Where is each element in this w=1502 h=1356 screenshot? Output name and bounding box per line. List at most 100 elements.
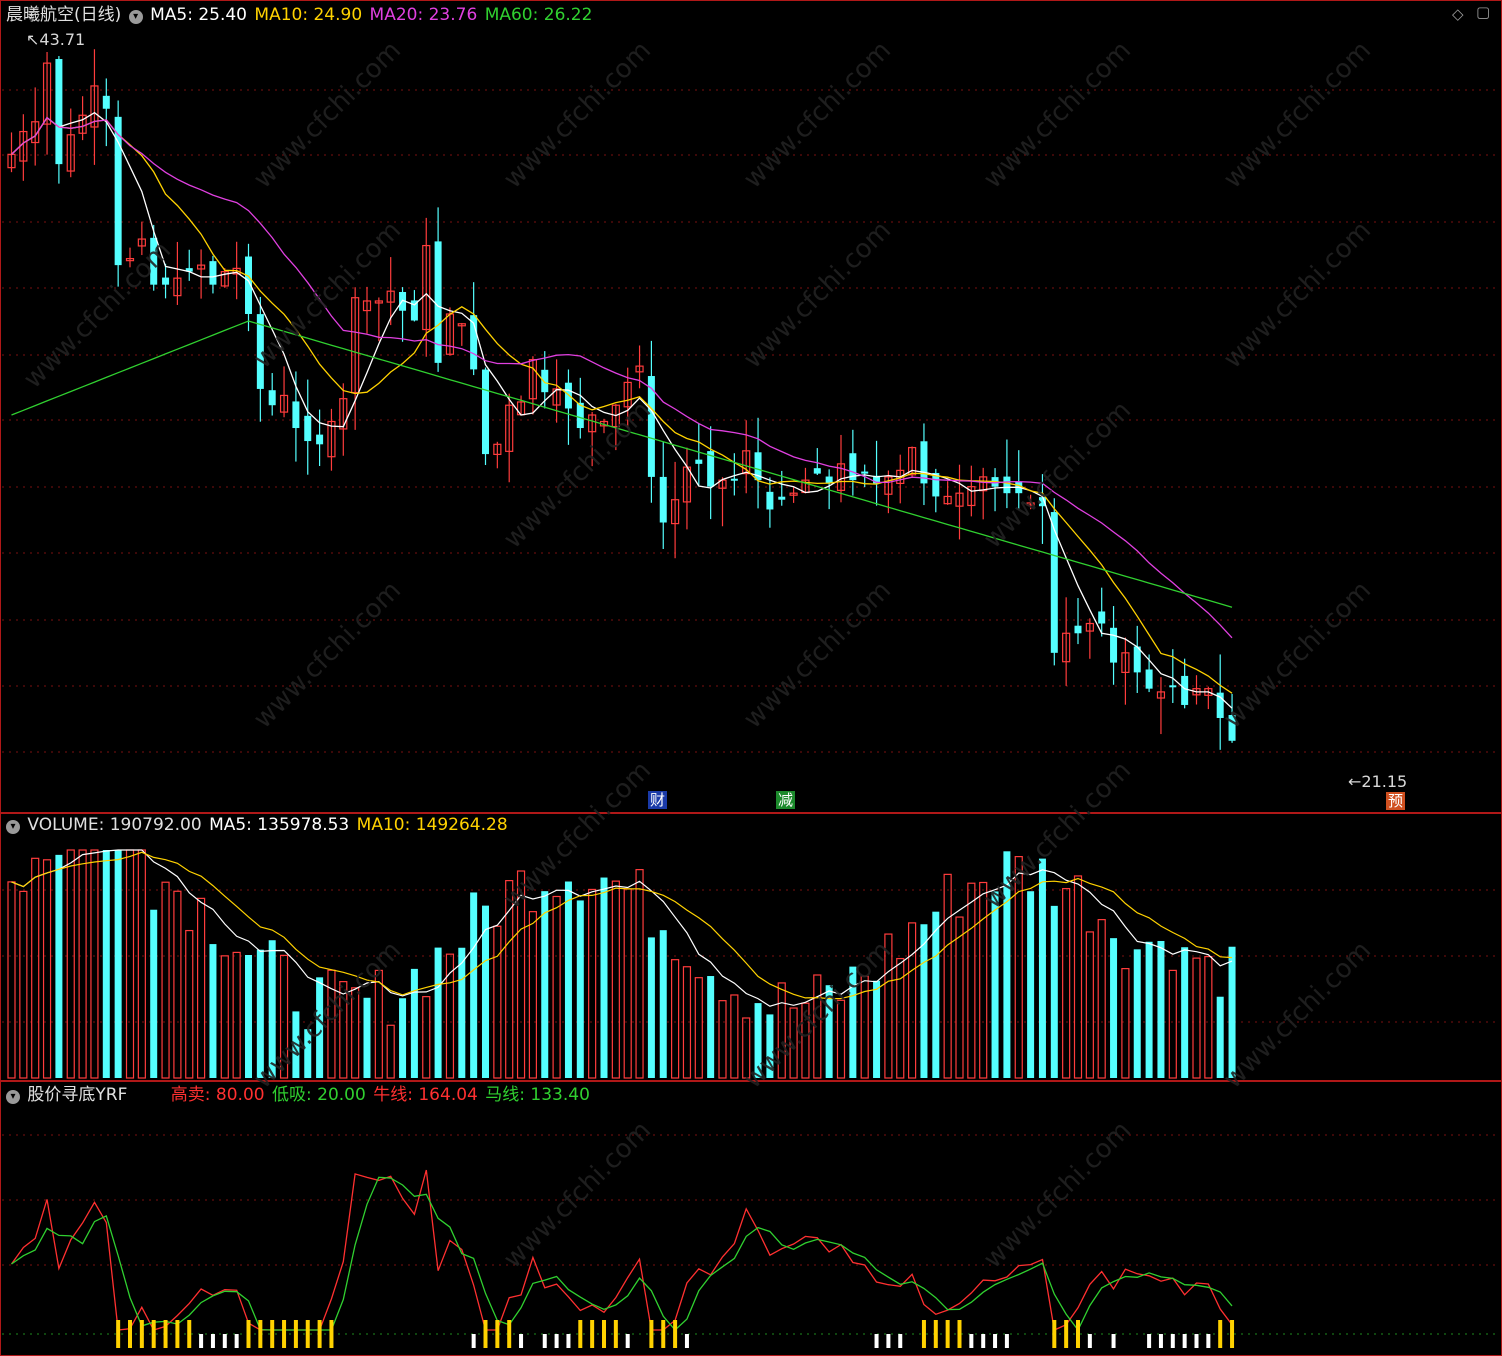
volume-bar-up — [386, 1024, 395, 1079]
signal-marker — [128, 1320, 132, 1348]
volume-bar-up — [232, 951, 241, 1079]
collapse-toggle-icon[interactable]: ▾ — [6, 1090, 20, 1104]
collapse-toggle-icon[interactable]: ▾ — [6, 820, 20, 834]
volume-bar-down — [659, 930, 667, 1078]
candle-down — [1050, 512, 1058, 653]
volume-bar-down — [399, 998, 407, 1078]
signal-marker — [1206, 1334, 1211, 1348]
signal-marker — [507, 1320, 512, 1348]
signal-marker — [471, 1334, 476, 1348]
signal-marker — [293, 1320, 298, 1348]
ma60-label: MA60: 26.22 — [484, 5, 593, 25]
volume-bar-down — [150, 909, 158, 1078]
volume-bar-down — [209, 944, 217, 1078]
signal-marker — [1004, 1334, 1009, 1348]
signal-marker — [483, 1320, 488, 1348]
signal-marker — [969, 1334, 974, 1348]
signal-marker — [1218, 1320, 1223, 1348]
stock-title: 晨曦航空(日线) — [6, 5, 122, 25]
volume-bar-down — [114, 850, 122, 1078]
forecast-tag[interactable]: 预 — [1386, 792, 1406, 810]
volume-legend: ▾ VOLUME: 190792.00 MA5: 135978.53 MA10:… — [6, 815, 510, 835]
signal-marker — [1147, 1334, 1152, 1348]
volume-bar-up — [90, 849, 99, 1079]
volume-bar-down — [363, 997, 371, 1078]
volume-bar-up — [173, 890, 182, 1079]
signal-marker — [317, 1320, 322, 1348]
candle-down — [1098, 611, 1106, 624]
signal-marker — [1158, 1334, 1163, 1348]
volume-bar-up — [623, 888, 632, 1079]
candle-down — [920, 441, 928, 484]
signal-marker — [222, 1334, 227, 1348]
indicator-legend: ▾ 股价寻底YRF 高卖: 80.00 低吸: 20.00 牛线: 164.04… — [6, 1085, 592, 1105]
candle-down — [316, 434, 324, 445]
signal-marker — [1064, 1320, 1069, 1348]
candle-down — [55, 59, 63, 165]
volume-bar-down — [576, 900, 584, 1078]
volume-bar-down — [245, 955, 252, 1078]
signal-marker — [1052, 1320, 1057, 1348]
candle-down — [162, 277, 170, 285]
candle-down — [695, 459, 703, 464]
main-legend: 晨曦航空(日线) ▾ MA5: 25.40 MA10: 24.90 MA20: … — [6, 5, 594, 25]
volume-bar-down — [1110, 938, 1118, 1078]
volume-bar-up — [1097, 919, 1106, 1079]
volume-bar-up — [185, 929, 194, 1079]
low-price-marker: ←21.15 — [1348, 772, 1408, 791]
reduce-holding-tag[interactable]: 减 — [776, 791, 796, 809]
volume-bar-up — [1085, 931, 1094, 1079]
volume-bar-up — [125, 849, 135, 1079]
candle-down — [268, 390, 276, 406]
volume-bar-up — [1168, 969, 1177, 1079]
candle-down — [813, 468, 821, 474]
volume-bar-up — [611, 880, 620, 1079]
signal-marker — [519, 1334, 524, 1348]
financial-report-tag[interactable]: 财 — [648, 791, 668, 809]
volume-bar-up — [979, 881, 988, 1079]
volume-bar-down — [434, 947, 442, 1078]
diamond-icon[interactable]: ◇ — [1452, 5, 1464, 23]
signal-marker — [282, 1320, 287, 1348]
volume-bar-up — [694, 977, 703, 1079]
candle-down — [1181, 675, 1189, 705]
ma5-label: MA5: 25.40 — [150, 5, 247, 25]
signal-marker — [199, 1334, 204, 1348]
candle-down — [778, 496, 786, 500]
di-xi-label: 低吸: 20.00 — [272, 1085, 366, 1105]
ma-xian-label: 马线: 133.40 — [485, 1085, 590, 1105]
volume-bar-up — [493, 925, 502, 1079]
signal-marker — [649, 1320, 654, 1348]
signal-marker — [151, 1320, 156, 1348]
volume-bar-down — [1145, 941, 1153, 1078]
volume-bar-up — [19, 890, 28, 1079]
signal-marker — [602, 1320, 606, 1348]
volume-bar-down — [1133, 949, 1141, 1078]
signal-marker — [933, 1320, 938, 1348]
volume-bar-down — [55, 854, 63, 1078]
volume-bar-up — [42, 859, 52, 1079]
volume-bar-up — [955, 916, 964, 1079]
volume-ma10-label: MA10: 149264.28 — [356, 815, 508, 835]
signal-marker — [175, 1320, 180, 1348]
signal-marker — [1087, 1334, 1092, 1348]
signal-marker — [116, 1320, 121, 1348]
signal-marker — [590, 1320, 595, 1348]
volume-bar-down — [470, 892, 478, 1078]
signal-marker — [1194, 1334, 1199, 1348]
volume-bar-down — [482, 905, 489, 1078]
volume-bar-down — [991, 891, 999, 1078]
signal-marker — [673, 1320, 678, 1348]
collapse-toggle-icon[interactable]: ▾ — [128, 10, 143, 24]
restore-window-icon[interactable]: ▢ — [1476, 3, 1490, 21]
candle-down — [1003, 476, 1011, 494]
volume-bar-up — [7, 881, 16, 1079]
candle-down — [766, 491, 774, 510]
volume-bar-up — [730, 994, 739, 1079]
volume-bar-up — [718, 1000, 727, 1079]
volume-bar-down — [1216, 996, 1224, 1078]
signal-marker — [270, 1320, 275, 1348]
signal-marker — [305, 1320, 310, 1348]
ma20-line — [11, 116, 1233, 639]
candle-down — [482, 369, 489, 455]
